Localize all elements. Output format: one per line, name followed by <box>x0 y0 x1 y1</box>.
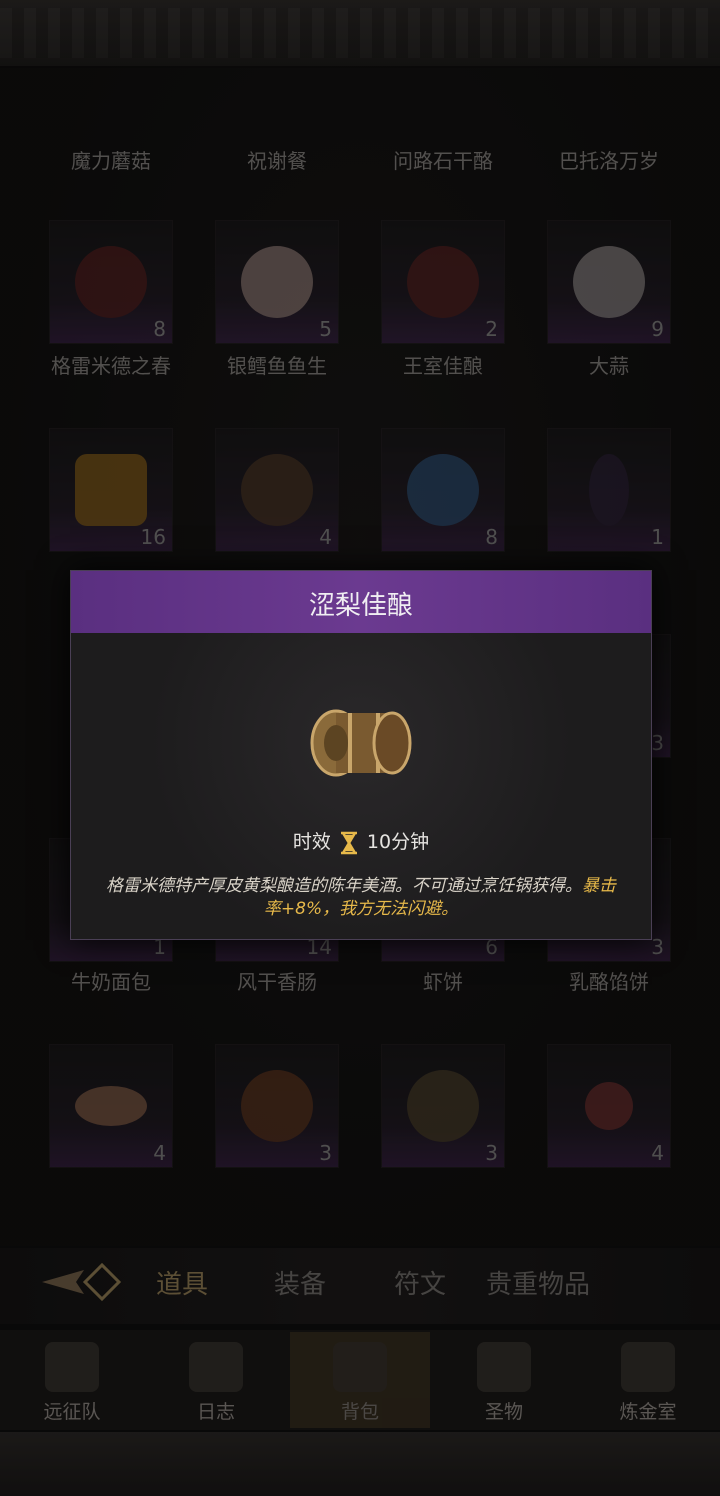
modal-title: 涩梨佳酿 <box>308 591 413 621</box>
description-text: 格雷米德特产厚皮黄梨酿造的陈年美酒。不可通过烹饪锅获得。 <box>106 876 582 896</box>
item-detail-modal: 涩梨佳酿 时效 10分钟 格雷米德特产厚皮黄梨酿造的陈年美酒。不可通过烹饪锅获得。… <box>70 570 652 940</box>
duration-value: 10分钟 <box>366 831 430 853</box>
duration-label: 时效 <box>292 831 331 853</box>
barrel-icon <box>310 709 412 777</box>
modal-header: 涩梨佳酿 <box>71 571 651 635</box>
item-description: 格雷米德特产厚皮黄梨酿造的陈年美酒。不可通过烹饪锅获得。暴击率+8%，我方无法闪… <box>99 875 623 921</box>
duration-row: 时效 10分钟 <box>71 827 651 855</box>
hourglass-icon <box>340 831 357 854</box>
